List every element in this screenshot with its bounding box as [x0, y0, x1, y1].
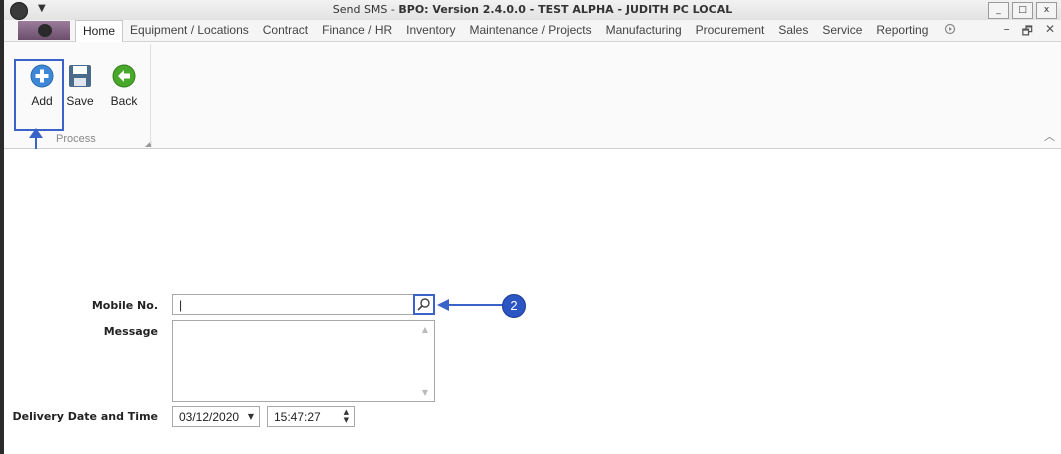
mdi-close-button[interactable]: ✕: [1045, 22, 1055, 43]
title-bar: ▼ Send SMS - BPO: Version 2.4.0.0 - TEST…: [4, 0, 1061, 21]
time-spinner[interactable]: 15:47:27 ▲ ▼: [267, 406, 355, 427]
back-icon: [112, 64, 136, 88]
tab-contract[interactable]: Contract: [256, 20, 315, 41]
tab-service[interactable]: Service: [815, 20, 869, 41]
spinner-icon[interactable]: ▲ ▼: [344, 408, 349, 424]
save-button-label: Save: [66, 94, 94, 108]
callout-arrow-1: [29, 128, 43, 138]
date-value: 03/12/2020: [179, 410, 240, 424]
save-icon: [68, 64, 92, 88]
search-icon: [417, 298, 430, 311]
collapse-ribbon-icon[interactable]: ︿: [1044, 128, 1055, 144]
back-button[interactable]: Back: [106, 64, 142, 108]
tab-procurement[interactable]: Procurement: [689, 20, 772, 41]
tab-equipment-locations[interactable]: Equipment / Locations: [123, 20, 256, 41]
mobile-label: Mobile No.: [91, 299, 158, 312]
callout-2: 2: [502, 294, 526, 318]
save-button[interactable]: Save: [62, 64, 98, 108]
tab-home[interactable]: Home: [75, 20, 124, 43]
scroll-down-icon[interactable]: ▼: [422, 388, 428, 397]
tab-maintenance-projects[interactable]: Maintenance / Projects: [463, 20, 599, 41]
app-logo-icon: [38, 24, 52, 37]
close-button[interactable]: x: [1036, 2, 1057, 19]
mobile-input[interactable]: |: [172, 294, 435, 315]
tab-inventory[interactable]: Inventory: [399, 20, 462, 41]
message-label: Message: [103, 325, 158, 338]
ribbon-group-process: Process: [56, 133, 96, 145]
mobile-input-value: |: [179, 298, 183, 312]
window-title-version: BPO: Version 2.4.0.0 - TEST ALPHA - JUDI…: [398, 3, 733, 16]
callout-arrow-2: [437, 299, 507, 311]
ribbon-panel: Add Save Back Process ◢ ︿: [4, 42, 1061, 149]
mdi-restore-button[interactable]: 🗗: [1022, 22, 1033, 43]
mobile-search-button[interactable]: [413, 294, 435, 315]
app-menu-button[interactable]: [18, 21, 70, 40]
tab-finance-hr[interactable]: Finance / HR: [315, 20, 399, 41]
back-button-label: Back: [110, 94, 138, 108]
form-area: [4, 149, 1061, 454]
message-textarea[interactable]: ▲ ▼: [172, 320, 435, 402]
scroll-up-icon[interactable]: ▲: [422, 325, 428, 334]
window-title: Send SMS - BPO: Version 2.4.0.0 - TEST A…: [4, 3, 1061, 16]
window-title-app: Send SMS -: [332, 3, 399, 16]
maximize-button[interactable]: □: [1012, 2, 1033, 19]
ribbon-separator: [150, 44, 151, 144]
tab-manufacturing[interactable]: Manufacturing: [599, 20, 689, 41]
time-value: 15:47:27: [274, 410, 321, 424]
minimize-button[interactable]: _: [988, 2, 1009, 19]
date-picker[interactable]: 03/12/2020 ▼: [172, 406, 260, 427]
ribbon-tab-bar: Home Equipment / Locations Contract Fina…: [4, 20, 1061, 43]
chevron-down-icon[interactable]: ▼: [248, 412, 254, 421]
delivery-label: Delivery Date and Time: [12, 410, 158, 423]
highlight-add-button: [14, 59, 64, 131]
mdi-minimize-button[interactable]: –: [1004, 22, 1010, 43]
tab-sales[interactable]: Sales: [771, 20, 815, 41]
tab-more-icon[interactable]: [935, 20, 965, 41]
tab-reporting[interactable]: Reporting: [869, 20, 935, 41]
